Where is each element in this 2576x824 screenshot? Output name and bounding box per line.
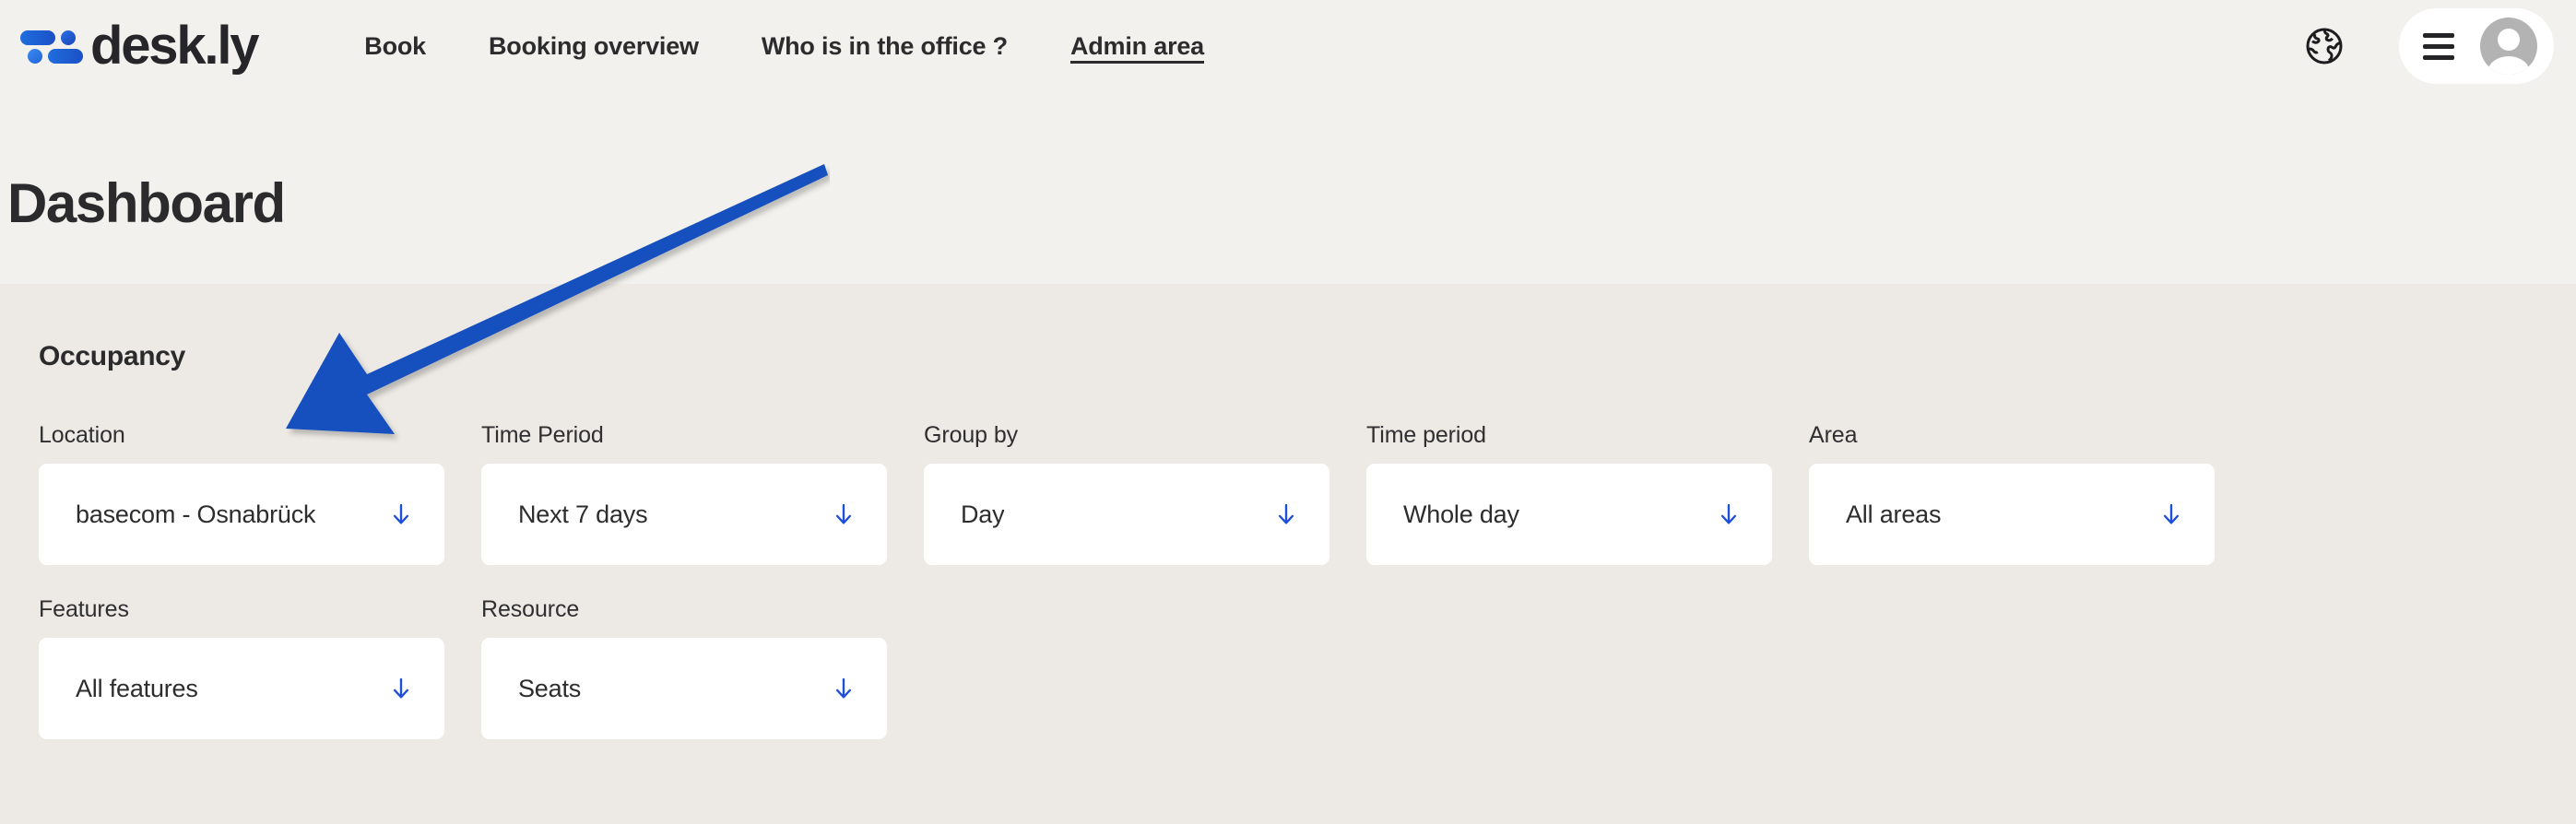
filter-time-period-range: Time Period Next 7 days <box>481 422 887 565</box>
nav-item-book[interactable]: Book <box>333 32 457 61</box>
logo-shape-bottom-right <box>48 49 83 64</box>
filter-value: Day <box>961 500 1005 528</box>
app-header: desk.ly Book Booking overview Who is in … <box>0 0 2576 92</box>
filter-area-select[interactable]: All areas <box>1809 464 2215 565</box>
occupancy-panel: Occupancy Location basecom - Osnabrück T… <box>0 284 2576 824</box>
filter-time-period-of-day: Time period Whole day <box>1366 422 1772 565</box>
logo-shape-top-left <box>20 30 55 45</box>
filter-location: Location basecom - Osnabrück <box>39 422 444 565</box>
globe-icon[interactable] <box>2296 18 2353 75</box>
filter-value: basecom - Osnabrück <box>76 500 316 528</box>
user-menu-pill[interactable] <box>2399 8 2554 84</box>
arrow-down-icon[interactable] <box>1270 499 1302 530</box>
filters-grid: Location basecom - Osnabrück Time Period… <box>39 422 2528 739</box>
arrow-down-icon[interactable] <box>828 673 859 704</box>
filter-group-by: Group by Day <box>924 422 1329 565</box>
arrow-down-icon[interactable] <box>828 499 859 530</box>
arrow-down-icon[interactable] <box>385 673 417 704</box>
filter-value: Seats <box>518 674 582 702</box>
brand-logo[interactable]: desk.ly <box>20 16 260 76</box>
filter-label: Features <box>39 596 129 622</box>
filter-features-select[interactable]: All features <box>39 638 444 739</box>
nav-item-admin-area[interactable]: Admin area <box>1039 32 1235 61</box>
nav-item-who-is-in-the-office[interactable]: Who is in the office ? <box>730 32 1039 61</box>
filter-value: All areas <box>1846 500 1942 528</box>
filter-value: All features <box>76 674 198 702</box>
hamburger-line <box>2423 43 2454 49</box>
logo-shape-top-right <box>61 30 76 45</box>
logo-shape-bottom-left <box>28 49 42 64</box>
hamburger-line <box>2423 54 2454 60</box>
brand-name: desk.ly <box>90 16 260 76</box>
arrow-down-icon[interactable] <box>385 499 417 530</box>
panel-title: Occupancy <box>39 341 186 371</box>
user-avatar-icon[interactable] <box>2480 18 2537 75</box>
filter-resource-select[interactable]: Seats <box>481 638 887 739</box>
filter-area: Area All areas <box>1809 422 2215 565</box>
arrow-down-icon[interactable] <box>2156 499 2187 530</box>
filter-label: Time Period <box>481 422 604 448</box>
filter-resource: Resource Seats <box>481 596 887 739</box>
filter-features: Features All features <box>39 596 444 739</box>
filter-label: Resource <box>481 596 580 622</box>
filter-time-period-of-day-select[interactable]: Whole day <box>1366 464 1772 565</box>
arrow-down-icon[interactable] <box>1713 499 1744 530</box>
nav-item-booking-overview[interactable]: Booking overview <box>457 32 730 61</box>
filter-location-select[interactable]: basecom - Osnabrück <box>39 464 444 565</box>
filter-label: Location <box>39 422 125 448</box>
filter-time-period-range-select[interactable]: Next 7 days <box>481 464 887 565</box>
filter-label: Area <box>1809 422 1858 448</box>
main-navigation: Book Booking overview Who is in the offi… <box>333 32 1235 61</box>
deskly-logo-icon <box>20 25 83 67</box>
hamburger-menu-icon[interactable] <box>2423 32 2454 60</box>
filter-group-by-select[interactable]: Day <box>924 464 1329 565</box>
hamburger-line <box>2423 32 2454 38</box>
header-actions <box>2296 8 2576 84</box>
page-title: Dashboard <box>7 172 286 234</box>
filter-value: Whole day <box>1403 500 1519 528</box>
filter-label: Group by <box>924 422 1019 448</box>
filter-value: Next 7 days <box>518 500 648 528</box>
filter-label: Time period <box>1366 422 1486 448</box>
